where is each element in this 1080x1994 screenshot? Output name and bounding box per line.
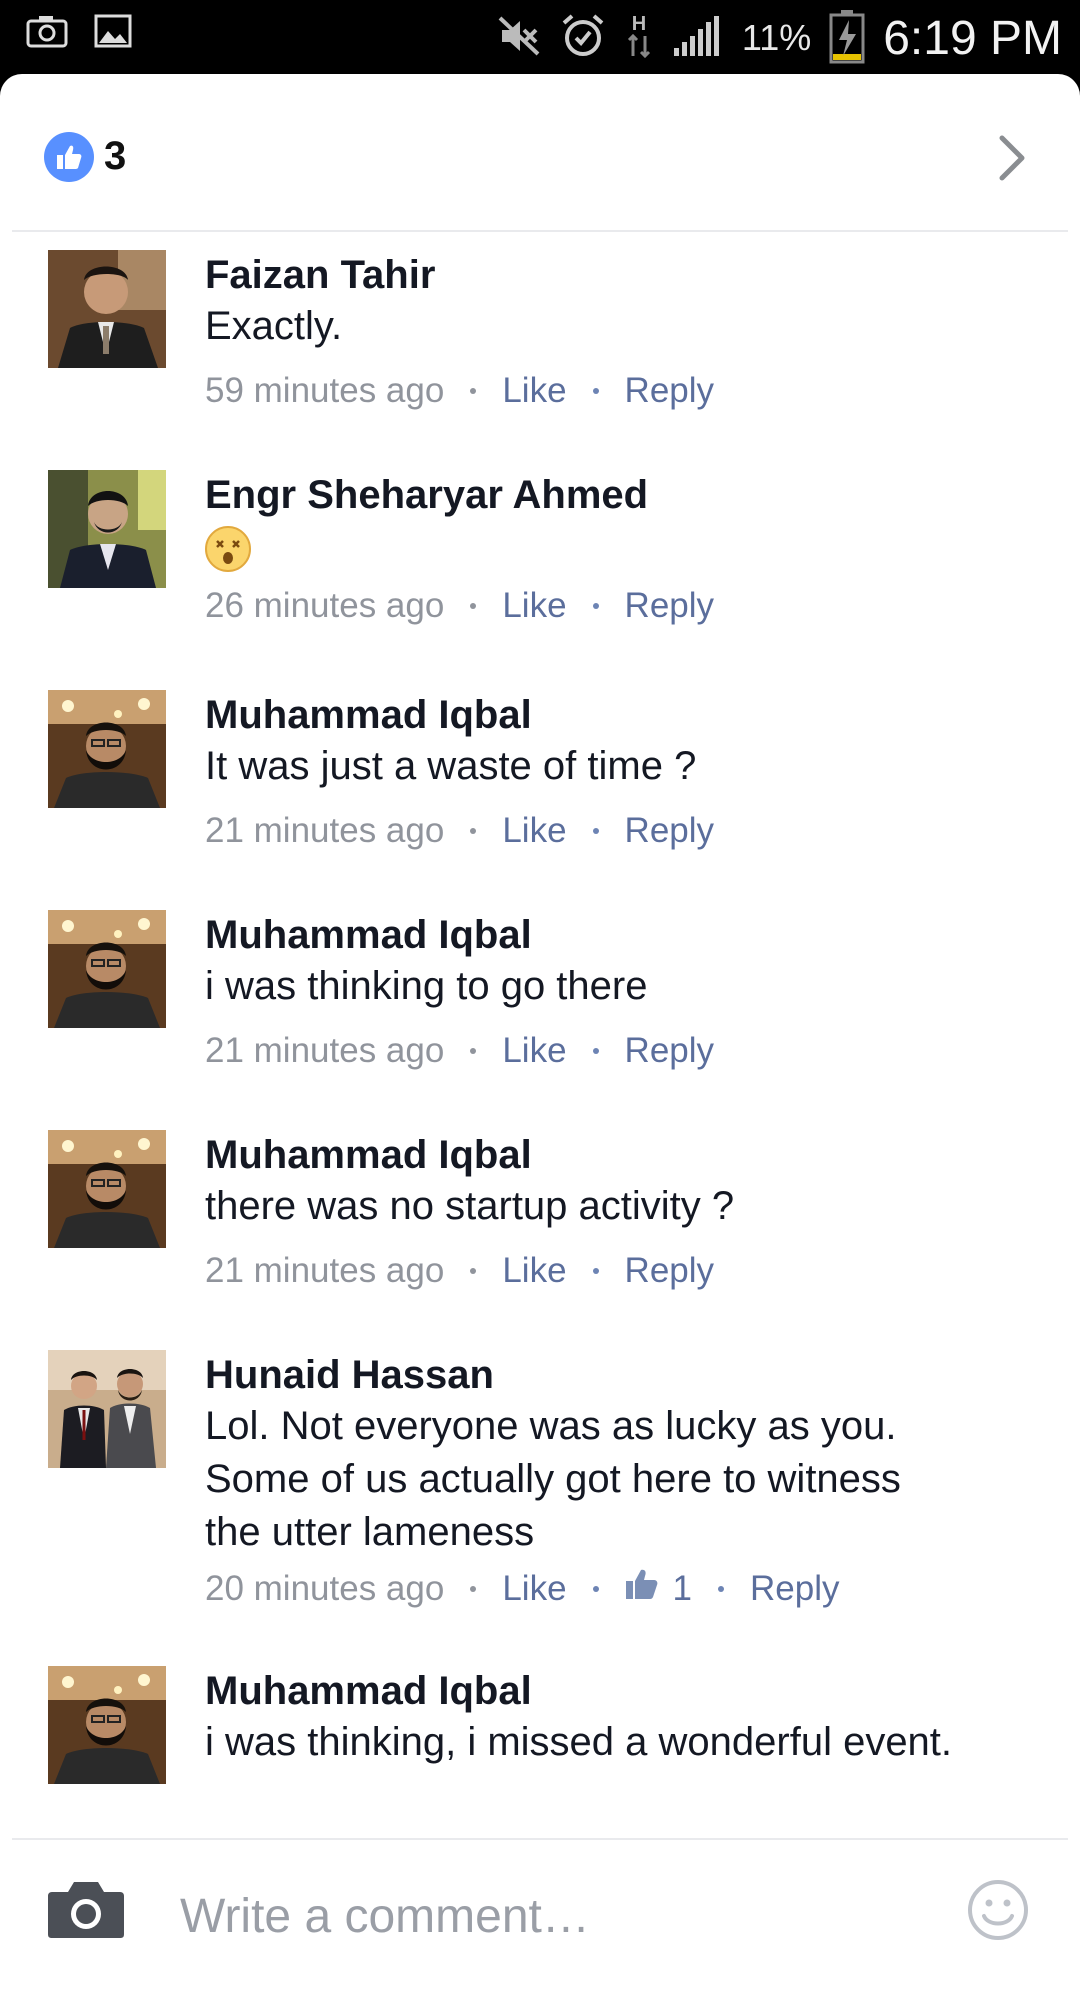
separator-dot [592, 1268, 599, 1274]
comment-timestamp[interactable]: 26 minutes ago [205, 584, 444, 628]
comment: Hunaid Hassan Lol. Not everyone was as l… [0, 1350, 1080, 1666]
separator-dot [470, 388, 477, 394]
comment-timestamp[interactable]: 21 minutes ago [205, 1029, 444, 1073]
reply-button[interactable]: Reply [750, 1567, 839, 1611]
separator-dot [592, 388, 599, 394]
reply-button[interactable]: Reply [625, 584, 714, 628]
like-button[interactable]: Like [502, 369, 566, 413]
separator-dot [470, 828, 477, 834]
comment-text: Exactly. [205, 304, 343, 348]
battery-charging-icon [829, 8, 865, 69]
signal-icon [672, 14, 724, 63]
status-bar: H 11% 6:19 PM [0, 0, 1080, 74]
mute-icon [496, 14, 542, 63]
comment: Muhammad Iqbal i was thinking, i missed … [0, 1666, 1080, 1838]
avatar[interactable] [48, 910, 166, 1028]
avatar[interactable] [48, 1130, 166, 1248]
svg-text:H: H [632, 13, 646, 35]
like-count: 3 [104, 134, 127, 178]
comment: Faizan Tahir Exactly. 59 minutes ago Lik… [0, 250, 1080, 470]
comment: Muhammad Iqbal i was thinking to go ther… [0, 910, 1080, 1130]
comment-timestamp[interactable]: 59 minutes ago [205, 369, 444, 413]
comment-composer [0, 1840, 1080, 1994]
like-button[interactable]: Like [502, 1249, 566, 1293]
commenter-name[interactable]: Muhammad Iqbal [205, 1668, 1020, 1714]
comment: Muhammad Iqbal there was no startup acti… [0, 1130, 1080, 1350]
avatar[interactable] [48, 1350, 166, 1468]
separator-dot [470, 1048, 477, 1054]
comment-text: i was thinking to go there [205, 964, 648, 1008]
commenter-name[interactable]: Faizan Tahir [205, 252, 1020, 298]
reply-button[interactable]: Reply [625, 1249, 714, 1293]
comment-input[interactable] [180, 1880, 880, 1952]
comment-like-count-value: 1 [672, 1569, 693, 1608]
comment-text-line: Some of us actually got here to witness [205, 1457, 901, 1501]
smiley-icon[interactable] [966, 1878, 1030, 1947]
avatar[interactable] [48, 250, 166, 368]
comment-timestamp[interactable]: 21 minutes ago [205, 809, 444, 853]
commenter-name[interactable]: Hunaid Hassan [205, 1352, 1020, 1398]
separator-dot [470, 603, 477, 609]
separator-dot [470, 1586, 477, 1592]
like-button[interactable]: Like [502, 1567, 566, 1611]
comment-timestamp[interactable]: 20 minutes ago [205, 1567, 444, 1611]
commenter-name[interactable]: Muhammad Iqbal [205, 692, 1020, 738]
camera-icon[interactable] [46, 1878, 126, 1945]
divider [12, 230, 1068, 232]
avatar[interactable] [48, 1666, 166, 1784]
like-button[interactable]: Like [502, 809, 566, 853]
likes-summary[interactable]: 3 [0, 74, 1080, 230]
comment-text-line: Lol. Not everyone was as lucky as you. [205, 1404, 897, 1448]
comment-text-line: the utter lameness [205, 1510, 535, 1554]
camera-icon [26, 14, 68, 53]
commenter-name[interactable]: Engr Sheharyar Ahmed [205, 472, 1020, 518]
like-button[interactable]: Like [502, 584, 566, 628]
commenter-name[interactable]: Muhammad Iqbal [205, 912, 1020, 958]
thumbs-up-icon [44, 132, 94, 182]
chevron-right-icon[interactable] [992, 132, 1032, 184]
comment: Engr Sheharyar Ahmed 26 minutes ago Like… [0, 470, 1080, 690]
comment-list[interactable]: Faizan Tahir Exactly. 59 minutes ago Lik… [0, 250, 1080, 1838]
comment-text: i was thinking, i missed a wonderful eve… [205, 1720, 953, 1764]
alarm-icon [560, 13, 606, 64]
thumbs-up-icon [625, 1567, 659, 1611]
clock: 6:19 PM [883, 11, 1062, 65]
reply-button[interactable]: Reply [625, 809, 714, 853]
like-button[interactable]: Like [502, 1029, 566, 1073]
dizzy-face-emoji [205, 526, 251, 572]
reply-button[interactable]: Reply [625, 369, 714, 413]
commenter-name[interactable]: Muhammad Iqbal [205, 1132, 1020, 1178]
battery-percentage: 11% [741, 17, 812, 58]
hspa-data-icon: H [624, 10, 654, 67]
separator-dot [592, 1586, 599, 1592]
comment-text: It was just a waste of time ? [205, 744, 697, 788]
avatar[interactable] [48, 470, 166, 588]
separator-dot [592, 828, 599, 834]
comments-sheet: 3 Faizan Tahir Exactly. 59 minutes ago L… [0, 74, 1080, 1994]
avatar[interactable] [48, 690, 166, 808]
comment-text: there was no startup activity ? [205, 1184, 735, 1228]
reply-button[interactable]: Reply [625, 1029, 714, 1073]
comment-text: Lol. Not everyone was as lucky as you. S… [205, 1400, 1020, 1559]
comment-like-count[interactable]: 1 [625, 1567, 692, 1611]
comment-timestamp[interactable]: 21 minutes ago [205, 1249, 444, 1293]
separator-dot [470, 1268, 477, 1274]
separator-dot [718, 1586, 725, 1592]
separator-dot [592, 1048, 599, 1054]
comment: Muhammad Iqbal It was just a waste of ti… [0, 690, 1080, 910]
gallery-icon [94, 14, 132, 53]
separator-dot [592, 603, 599, 609]
